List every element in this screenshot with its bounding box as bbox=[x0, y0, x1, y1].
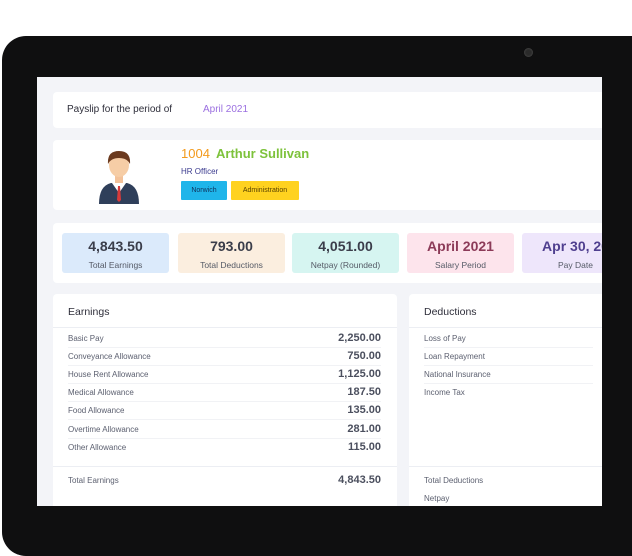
divider bbox=[53, 466, 397, 467]
deductions-row: Income Tax bbox=[424, 384, 593, 402]
period-value: April 2021 bbox=[203, 104, 249, 115]
deductions-title: Deductions bbox=[424, 306, 477, 318]
earnings-total-row: Total Earnings 4,843.50 bbox=[68, 472, 381, 490]
period-label: Payslip for the period of bbox=[67, 104, 173, 115]
earnings-row: House Rent Allowance 1,125.00 bbox=[68, 366, 381, 384]
deductions-row: Loss of Pay bbox=[424, 330, 593, 348]
earnings-row: Other Allowance 115.00 bbox=[68, 439, 381, 457]
deduction-name: Income Tax bbox=[424, 388, 465, 397]
earning-name: House Rent Allowance bbox=[68, 370, 149, 379]
employee-profile: 1004 Arthur Sullivan HR Officer Norwich … bbox=[53, 140, 602, 210]
earnings-row: Basic Pay 2,250.00 bbox=[68, 330, 381, 348]
stat-label: Netpay (Rounded) bbox=[310, 260, 381, 270]
employee-avatar-icon bbox=[99, 151, 139, 204]
employee-name: Arthur Sullivan bbox=[216, 146, 310, 161]
earning-amount: 115.00 bbox=[347, 441, 381, 453]
earnings-row: Medical Allowance 187.50 bbox=[68, 384, 381, 402]
total-deductions-label: Total Deductions bbox=[424, 476, 484, 485]
stat-label: Salary Period bbox=[434, 260, 487, 270]
location-badge: Norwich bbox=[181, 181, 227, 200]
stat-value: April 2021 bbox=[427, 238, 494, 254]
earning-amount: 281.00 bbox=[347, 423, 381, 435]
earnings-panel: Earnings Basic Pay 2,250.00 Conveyance A… bbox=[53, 294, 397, 506]
netpay-label: Netpay bbox=[424, 494, 450, 503]
earnings-title: Earnings bbox=[68, 306, 110, 318]
stat-total-deductions: 793.00 Total Deductions bbox=[178, 233, 285, 273]
deductions-row: Loan Repayment bbox=[424, 348, 593, 366]
earning-name: Basic Pay bbox=[68, 334, 104, 343]
stat-value: 4,843.50 bbox=[88, 238, 143, 254]
earning-amount: 135.00 bbox=[347, 404, 381, 416]
stat-value: 4,051.00 bbox=[318, 238, 373, 254]
earnings-row: Conveyance Allowance 750.00 bbox=[68, 348, 381, 366]
deduction-name: Loss of Pay bbox=[424, 334, 466, 343]
total-earnings-amount: 4,843.50 bbox=[338, 474, 381, 486]
period-header: Payslip for the period of April 2021 bbox=[53, 92, 602, 128]
total-earnings-label: Total Earnings bbox=[68, 476, 119, 485]
deductions-total-row: Total Deductions bbox=[424, 472, 593, 490]
stat-label: Total Earnings bbox=[88, 260, 143, 270]
netpay-row: Netpay bbox=[424, 490, 593, 506]
deductions-panel: Deductions Loss of Pay Loan Repayment Na… bbox=[409, 294, 602, 506]
department-badge: Administration bbox=[231, 181, 299, 200]
earnings-row: Overtime Allowance 281.00 bbox=[68, 421, 381, 439]
deduction-name: National Insurance bbox=[424, 370, 491, 379]
stat-value: Apr 30, 20 bbox=[542, 238, 602, 254]
earning-name: Other Allowance bbox=[68, 443, 127, 452]
webcam-icon bbox=[524, 48, 533, 57]
deductions-row: National Insurance bbox=[424, 366, 593, 384]
earning-name: Conveyance Allowance bbox=[68, 352, 151, 361]
stat-label: Total Deductions bbox=[200, 260, 263, 270]
divider bbox=[53, 327, 397, 328]
earning-amount: 187.50 bbox=[347, 386, 381, 398]
payslip-screen: Payslip for the period of April 2021 100… bbox=[37, 77, 602, 506]
earning-name: Overtime Allowance bbox=[68, 425, 139, 434]
stat-label: Pay Date bbox=[558, 260, 593, 270]
earning-name: Medical Allowance bbox=[68, 388, 134, 397]
employee-role: HR Officer bbox=[181, 167, 219, 176]
stat-pay-date: Apr 30, 20 Pay Date bbox=[522, 233, 602, 273]
earning-amount: 750.00 bbox=[347, 350, 381, 362]
stat-total-earnings: 4,843.50 Total Earnings bbox=[62, 233, 169, 273]
deduction-name: Loan Repayment bbox=[424, 352, 485, 361]
earning-amount: 2,250.00 bbox=[338, 332, 381, 344]
earning-name: Food Allowance bbox=[68, 406, 125, 415]
divider bbox=[409, 327, 602, 328]
stat-value: 793.00 bbox=[210, 238, 253, 254]
stat-netpay: 4,051.00 Netpay (Rounded) bbox=[292, 233, 399, 273]
employee-id: 1004 bbox=[181, 146, 210, 161]
earning-amount: 1,125.00 bbox=[338, 368, 381, 380]
divider bbox=[409, 466, 602, 467]
stat-salary-period: April 2021 Salary Period bbox=[407, 233, 514, 273]
earnings-row: Food Allowance 135.00 bbox=[68, 402, 381, 420]
